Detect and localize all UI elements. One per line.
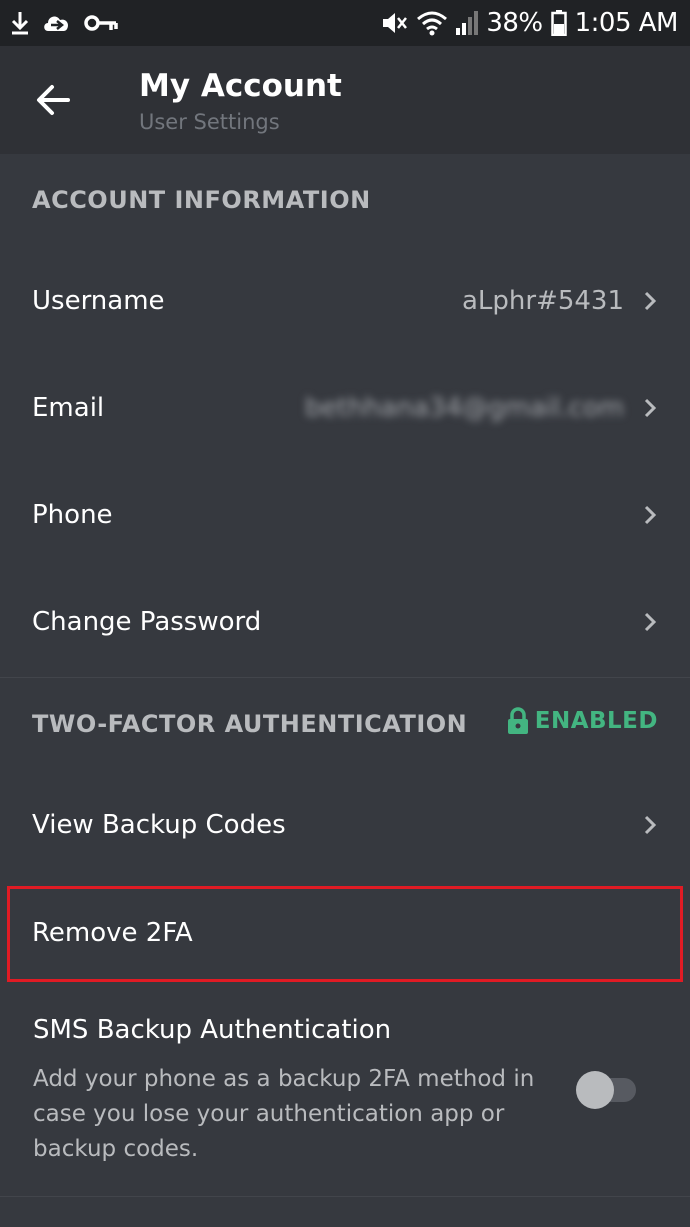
cloud-sync-icon xyxy=(44,16,69,31)
chevron-right-icon xyxy=(644,612,657,632)
signal-icon xyxy=(456,11,479,35)
chevron-right-icon xyxy=(644,398,657,418)
username-row[interactable]: Username aLphr#5431 xyxy=(0,248,690,354)
mute-icon xyxy=(383,13,408,33)
status-bar-left xyxy=(10,10,118,36)
toggle-knob xyxy=(576,1071,614,1109)
two-factor-status-badge: ENABLED xyxy=(507,707,658,735)
key-icon xyxy=(84,15,118,31)
username-value: aLphr#5431 xyxy=(461,286,624,316)
status-bar: 38% 1:05 AM xyxy=(0,0,690,46)
sms-backup-description: Add your phone as a backup 2FA method in… xyxy=(33,1066,535,1162)
sms-backup-title: SMS Backup Authentication xyxy=(33,1015,392,1045)
page-title: My Account xyxy=(139,68,342,104)
lock-icon xyxy=(507,707,528,734)
app-header: My Account User Settings xyxy=(0,46,690,154)
remove-2fa-label: Remove 2FA xyxy=(32,918,193,948)
chevron-right-icon xyxy=(644,505,657,525)
page-subtitle: User Settings xyxy=(139,110,280,134)
back-button[interactable] xyxy=(34,80,74,120)
change-password-label: Change Password xyxy=(32,607,262,637)
back-arrow-icon xyxy=(37,85,70,115)
chevron-right-icon xyxy=(644,291,657,311)
change-password-row[interactable]: Change Password xyxy=(0,569,690,675)
status-bar-right: 38% 1:05 AM xyxy=(380,8,679,38)
phone-row[interactable]: Phone xyxy=(0,462,690,568)
two-factor-heading: TWO-FACTOR AUTHENTICATION xyxy=(32,710,468,738)
sms-backup-toggle[interactable] xyxy=(576,1070,636,1110)
email-value: bethhana34@gmail.com xyxy=(304,393,624,423)
account-information-heading: ACCOUNT INFORMATION xyxy=(32,186,371,214)
phone-label: Phone xyxy=(32,500,113,530)
bottom-divider xyxy=(0,1196,690,1197)
wifi-icon xyxy=(417,11,448,36)
chevron-right-icon xyxy=(644,815,657,835)
email-row[interactable]: Email bethhana34@gmail.com xyxy=(0,355,690,461)
remove-2fa-row[interactable]: Remove 2FA xyxy=(0,880,690,986)
clock: 1:05 AM xyxy=(574,8,679,38)
download-icon xyxy=(11,12,29,35)
view-backup-codes-label: View Backup Codes xyxy=(32,810,286,840)
battery-percent: 38% xyxy=(486,8,543,38)
email-label: Email xyxy=(32,393,105,423)
two-factor-status-text: ENABLED xyxy=(534,708,658,734)
section-divider xyxy=(0,677,690,678)
view-backup-codes-row[interactable]: View Backup Codes xyxy=(0,772,690,878)
battery-icon xyxy=(550,10,567,36)
username-label: Username xyxy=(32,286,165,316)
